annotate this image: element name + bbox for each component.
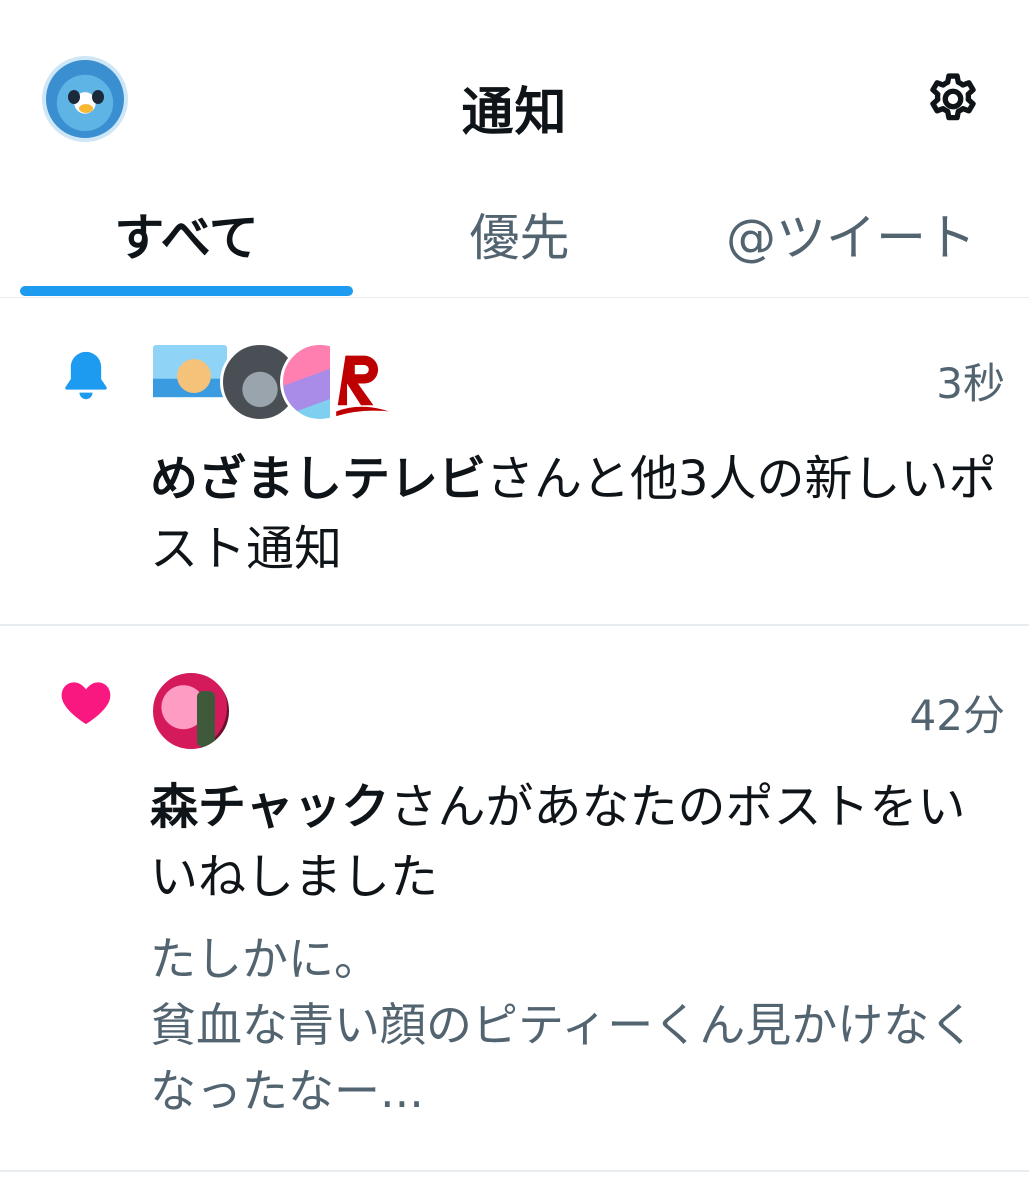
timestamp: 42分 [909,691,1005,740]
rakuten-r-icon [336,355,389,417]
avatar-rakuten-logo[interactable] [330,342,392,422]
tab-priority[interactable]: 優先 [353,208,686,278]
notification-text: めざましテレビさんと他3人の新しいポスト通知 [150,444,1010,584]
avatar-group [150,342,392,424]
tab-all[interactable]: すべて [20,208,353,278]
settings-gear-icon[interactable] [924,70,982,128]
post-preview[interactable]: たしかに。 貧血な青い顔のピティーくん見かけなくなったなー... [150,926,1010,1124]
avatar-face [177,359,211,393]
bell-icon [56,346,116,402]
timestamp: 3秒 [936,359,1005,408]
notification-item[interactable]: 3秒 めざましテレビさんと他3人の新しいポスト通知 [0,298,1029,626]
top-header: 通知 [0,0,1029,190]
page-title: 通知 [461,83,568,143]
heart-icon [56,674,116,730]
avatar-mori-chack[interactable] [150,670,232,752]
account-name[interactable]: めざましテレビ [150,451,486,507]
avatar-figure [197,691,215,747]
account-name[interactable]: 森チャック [150,779,390,835]
avatar-mezamashi[interactable] [150,342,230,422]
tab-mentions[interactable]: @ツイート [686,208,1016,278]
notification-item[interactable]: 42分 森チャックさんがあなたのポストをいいねしました たしかに。 貧血な青い顔… [0,626,1029,1172]
notification-tabs: すべて 優先 @ツイート [0,190,1029,298]
notification-text: 森チャックさんがあなたのポストをいいねしました [150,772,1010,912]
active-tab-indicator [20,286,353,296]
